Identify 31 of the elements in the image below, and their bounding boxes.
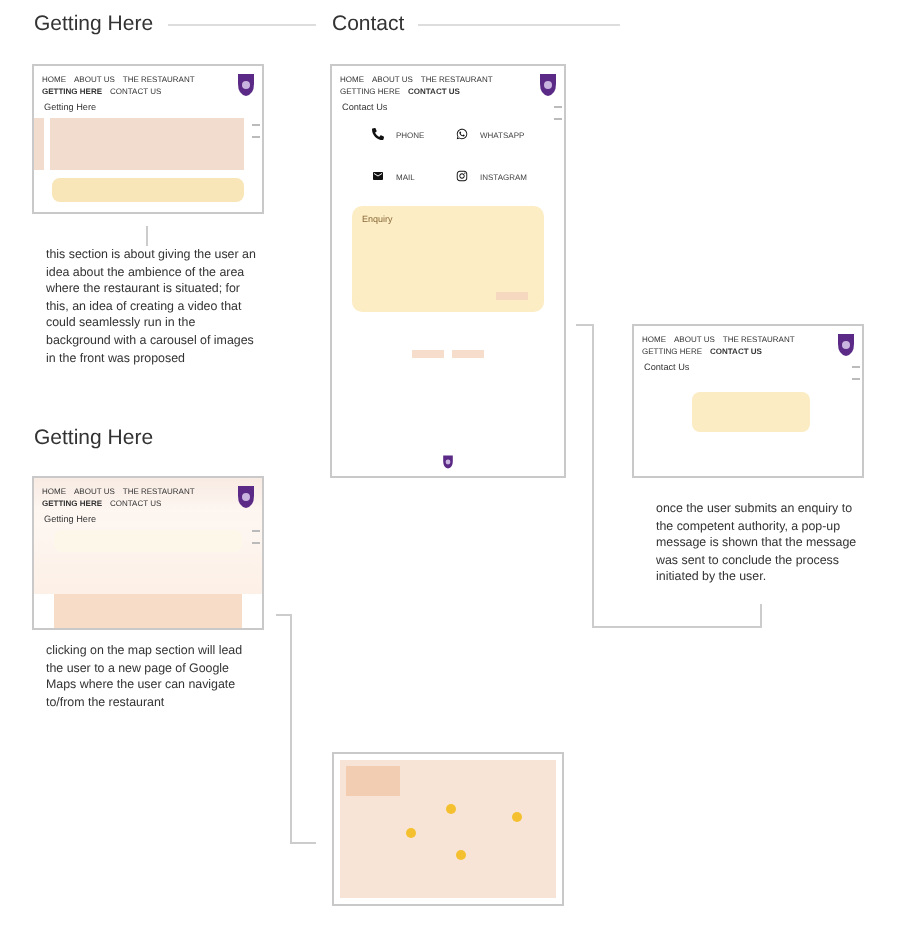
map-pin — [446, 804, 456, 814]
tick-mark — [252, 124, 260, 126]
phone-icon — [372, 128, 384, 140]
map-pin — [456, 850, 466, 860]
camera-icon — [456, 170, 468, 182]
tick-mark — [554, 118, 562, 120]
logo-icon — [442, 454, 454, 470]
logo-icon — [236, 484, 256, 510]
action-button[interactable] — [412, 350, 444, 358]
tick-mark — [554, 106, 562, 108]
logo-icon — [236, 72, 256, 98]
map-pin — [512, 812, 522, 822]
leader-line — [146, 225, 148, 247]
logo-icon — [538, 72, 558, 98]
tick-mark — [252, 530, 260, 532]
map-section[interactable] — [54, 594, 242, 628]
logo-icon — [836, 332, 856, 358]
action-button[interactable] — [452, 350, 484, 358]
tick-mark — [852, 366, 860, 368]
mail-icon — [372, 170, 384, 182]
tick-mark — [252, 136, 260, 138]
section-heading: Getting Here — [34, 12, 154, 36]
chat-bubble-icon — [456, 128, 468, 140]
video-background — [34, 118, 44, 170]
tick-mark — [252, 542, 260, 544]
map-pin — [406, 828, 416, 838]
section-heading: Getting Here — [34, 426, 154, 450]
section-heading: Contact — [332, 12, 405, 36]
popup-message — [692, 392, 810, 432]
tick-mark — [852, 378, 860, 380]
map-legend — [346, 766, 400, 796]
